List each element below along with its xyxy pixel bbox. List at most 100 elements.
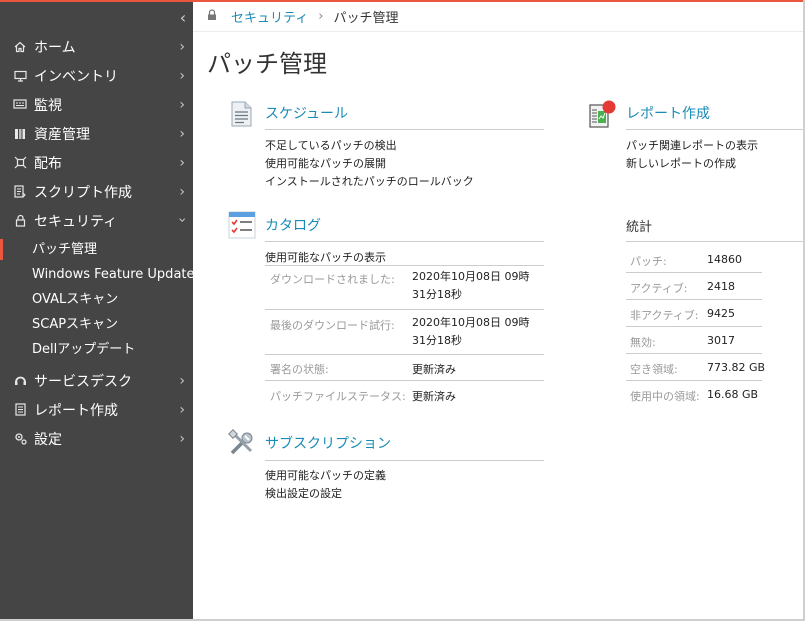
subnav-item-dell-update[interactable]: Dellアップデート <box>0 337 193 362</box>
create-new-report-link[interactable]: 新しいレポートの作成 <box>626 155 736 171</box>
sidebar-item-label: サービスデスク <box>34 373 132 390</box>
reporting-title-link[interactable]: レポート作成 <box>626 103 710 123</box>
lock-icon <box>12 213 28 229</box>
deploy-available-patches-link[interactable]: 使用可能なパッチの展開 <box>265 155 386 171</box>
downloaded-value: 2020年10月08日 09時31分18秒 <box>412 270 530 301</box>
breadcrumb-security-link[interactable]: セキュリティ <box>231 7 308 26</box>
detection-settings-link[interactable]: 検出設定の設定 <box>265 485 342 501</box>
breadcrumb-separator: › <box>318 9 324 24</box>
stat-disabled-value: 3017 <box>707 334 735 347</box>
sidebar-item-label: 配布 <box>34 155 62 172</box>
stats-row-divider <box>626 353 762 354</box>
home-icon <box>12 39 28 55</box>
chevron-right-icon: › <box>179 68 185 84</box>
downloaded-label: ダウンロードされました: <box>270 273 395 286</box>
schedule-title-link[interactable]: スケジュール <box>265 103 348 123</box>
view-patch-reports-link[interactable]: パッチ関連レポートの表示 <box>626 137 758 153</box>
define-available-patches-link[interactable]: 使用可能なパッチの定義 <box>265 467 386 483</box>
stats-row-divider <box>626 299 762 300</box>
schedule-document-icon <box>228 100 256 128</box>
chevron-right-icon: › <box>179 39 185 55</box>
security-subnav: パッチ管理 Windows Feature Update OVALスキャン SC… <box>0 235 195 366</box>
subscription-divider <box>265 460 544 461</box>
reporting-icon <box>12 402 28 418</box>
stat-inactive-value: 9425 <box>707 307 735 320</box>
patch-file-status-value: 更新済み <box>412 390 456 403</box>
last-download-attempt-value: 2020年10月08日 09時31分18秒 <box>412 316 530 347</box>
stats-row-divider <box>626 380 762 381</box>
breadcrumb-current: パッチ管理 <box>333 11 399 26</box>
catalog-title-link[interactable]: カタログ <box>265 215 321 235</box>
catalog-divider <box>265 241 544 242</box>
subscription-tools-icon <box>228 429 256 457</box>
report-chart-icon <box>589 99 617 128</box>
chevron-right-icon: › <box>179 126 185 142</box>
stats-row-divider <box>626 272 762 273</box>
schedule-divider <box>265 129 544 130</box>
rollback-installed-patches-link[interactable]: インストールされたパッチのロールバック <box>265 173 474 189</box>
stat-free-space-value: 773.82 GB <box>707 361 766 374</box>
stat-used-space-label: 使用中の領域: <box>630 390 700 403</box>
sidebar-item-label: スクリプト作成 <box>34 184 132 201</box>
service-desk-icon <box>12 373 28 389</box>
view-available-patches-link[interactable]: 使用可能なパッチの表示 <box>265 249 386 265</box>
subnav-item-scap-scan[interactable]: SCAPスキャン <box>0 312 193 337</box>
catalog-row-divider <box>265 380 544 381</box>
catalog-row-divider <box>265 309 544 310</box>
patch-file-status-label: パッチファイルステータス: <box>270 390 406 403</box>
page-title: パッチ管理 <box>207 50 327 78</box>
subnav-item-windows-feature-update[interactable]: Windows Feature Update <box>0 262 195 287</box>
stat-active-value: 2418 <box>707 280 735 293</box>
sidebar-nav: ホーム › インベントリ › 監視 › 資産管理 › 配布 › スクリプト作成 … <box>0 32 195 453</box>
sidebar-item-label: インベントリ <box>34 68 118 85</box>
detect-missing-patches-link[interactable]: 不足しているパッチの検出 <box>265 137 397 153</box>
sidebar-item-scripting[interactable]: スクリプト作成 › <box>0 177 193 206</box>
assets-icon <box>12 126 28 142</box>
subscription-title-link[interactable]: サブスクリプション <box>265 433 391 453</box>
subnav-item-patch-management[interactable]: パッチ管理 <box>0 237 193 262</box>
catalog-row-divider <box>265 354 544 355</box>
sidebar-item-distribution[interactable]: 配布 › <box>0 148 193 177</box>
stats-row-divider <box>626 326 762 327</box>
stat-disabled-label: 無効: <box>630 336 656 349</box>
stats-divider <box>626 241 803 242</box>
sidebar-item-label: 設定 <box>34 431 62 448</box>
signature-status-label: 署名の状態: <box>270 363 329 376</box>
sidebar-item-home[interactable]: ホーム › <box>0 32 193 61</box>
sidebar-item-settings[interactable]: 設定 › <box>0 424 193 453</box>
monitoring-icon <box>12 97 28 113</box>
stat-used-space-value: 16.68 GB <box>707 388 759 401</box>
sidebar-item-monitoring[interactable]: 監視 › <box>0 90 193 119</box>
sidebar-item-asset-management[interactable]: 資産管理 › <box>0 119 193 148</box>
chevron-right-icon: › <box>179 97 185 113</box>
settings-icon <box>12 431 28 447</box>
monitor-icon <box>12 68 28 84</box>
chevron-right-icon: › <box>179 402 185 418</box>
statistics-title: 統計 <box>626 220 653 235</box>
chevron-right-icon: › <box>179 155 185 171</box>
stat-inactive-label: 非アクティブ: <box>630 309 699 322</box>
stat-active-label: アクティブ: <box>630 282 688 295</box>
scripting-icon <box>12 184 28 200</box>
sidebar-item-inventory[interactable]: インベントリ › <box>0 61 193 90</box>
signature-status-value: 更新済み <box>412 363 456 376</box>
subnav-item-oval-scan[interactable]: OVALスキャン <box>0 287 193 312</box>
sidebar-item-label: セキュリティ <box>34 213 118 230</box>
sidebar-item-security[interactable]: セキュリティ › <box>0 206 193 235</box>
sidebar-item-service-desk[interactable]: サービスデスク › <box>0 366 193 395</box>
lock-icon <box>207 9 221 24</box>
catalog-checklist-icon <box>228 211 256 239</box>
stat-free-space-label: 空き領域: <box>630 363 678 376</box>
sidebar-item-label: レポート作成 <box>34 402 118 419</box>
chevron-down-icon: › <box>174 217 191 223</box>
sidebar: ‹ ホーム › インベントリ › 監視 › 資産管理 › 配布 › スクリプト作… <box>0 2 195 619</box>
reporting-divider <box>626 129 803 130</box>
stat-patches-value: 14860 <box>707 253 742 266</box>
sidebar-item-label: 資産管理 <box>34 126 90 143</box>
catalog-row-divider <box>265 265 544 266</box>
last-download-attempt-label: 最後のダウンロード試行: <box>270 319 395 332</box>
chevron-right-icon: › <box>179 373 185 389</box>
sidebar-item-label: ホーム <box>34 39 76 56</box>
sidebar-item-reporting[interactable]: レポート作成 › <box>0 395 193 424</box>
collapse-sidebar-button[interactable]: ‹ <box>174 8 192 28</box>
